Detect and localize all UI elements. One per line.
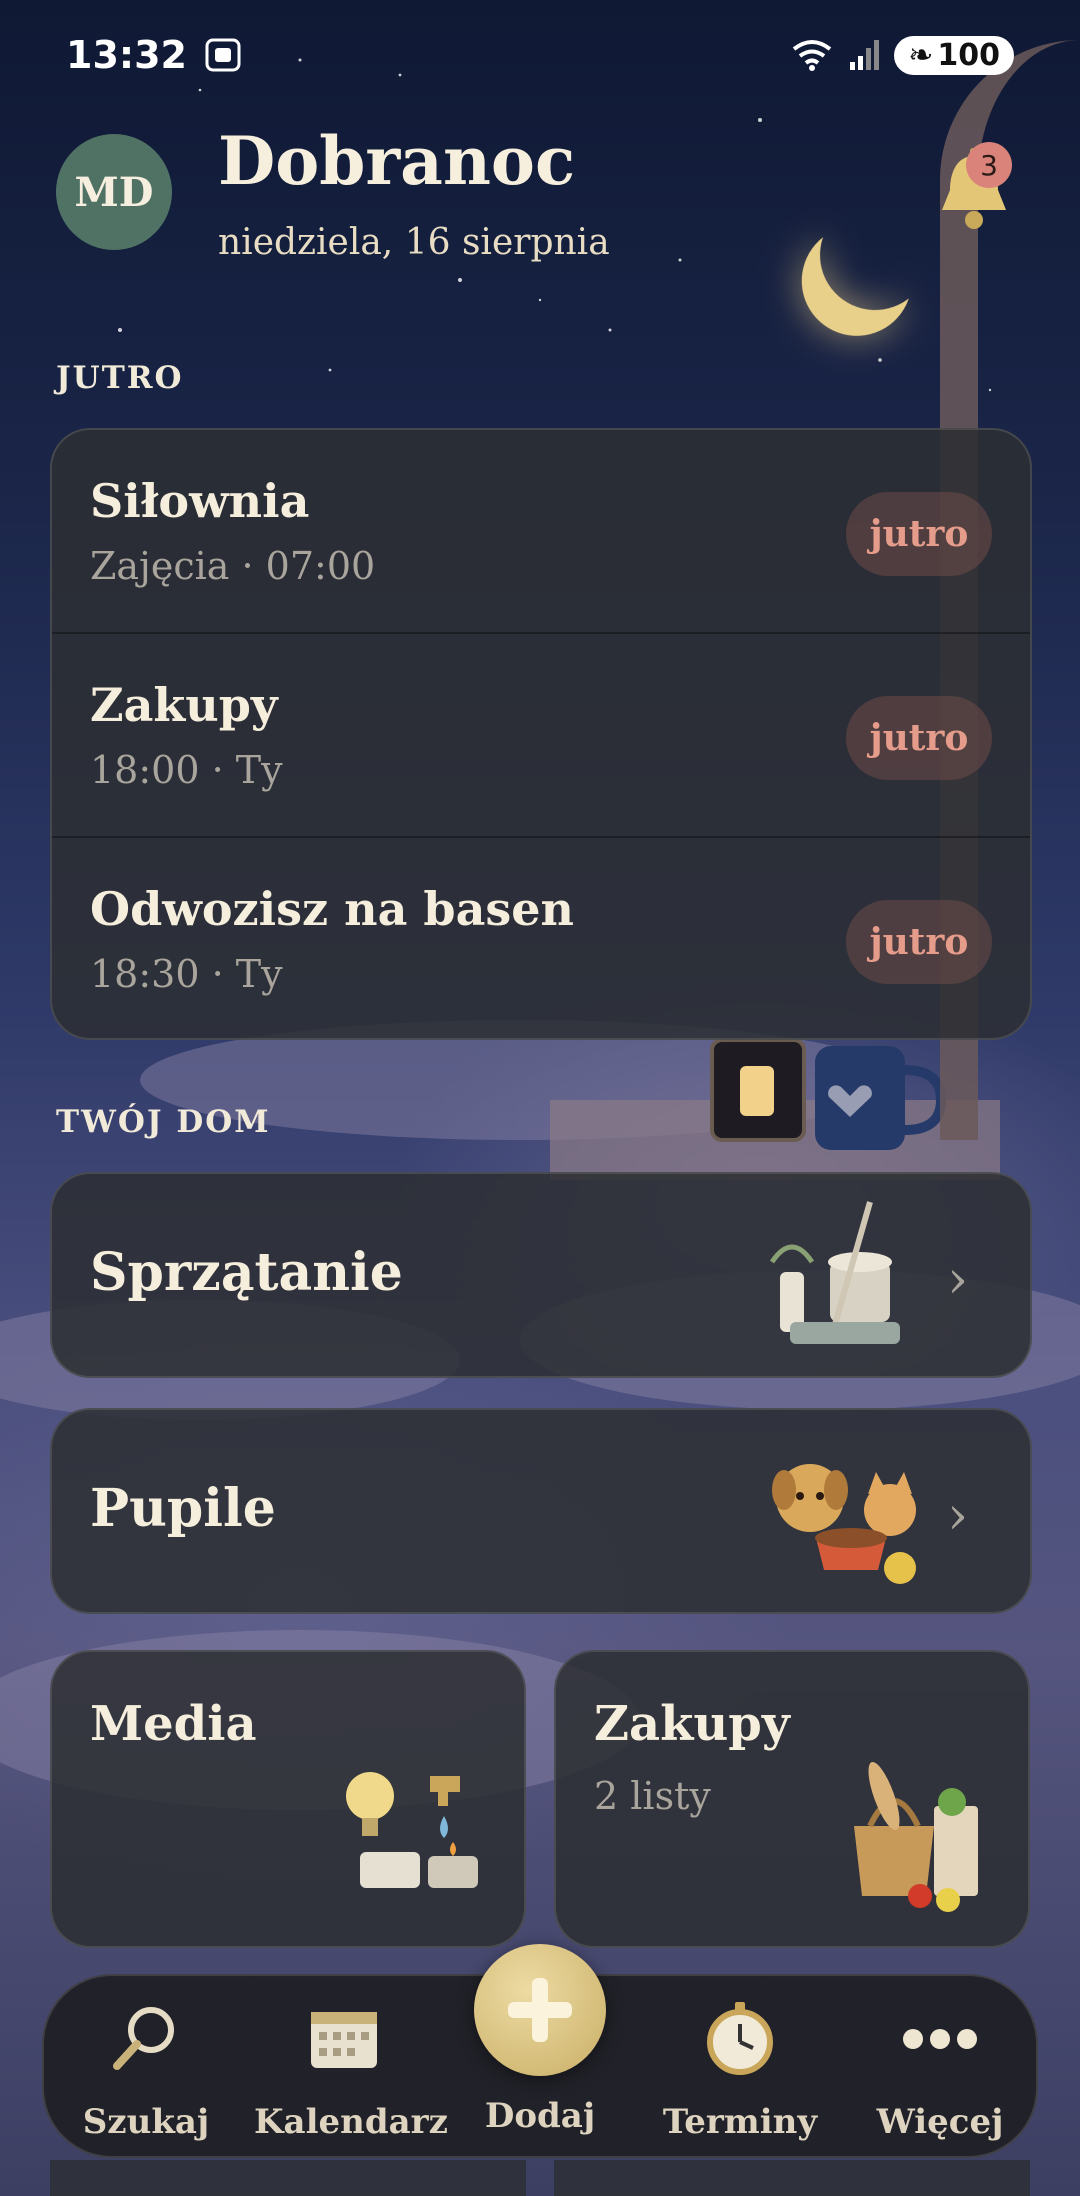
- moon-icon: [805, 185, 946, 326]
- cleaning-card[interactable]: Sprzątanie ›: [50, 1172, 1032, 1378]
- chevron-right-icon: ›: [947, 1250, 968, 1310]
- add-button-label: Dodaj: [484, 2096, 596, 2136]
- hidden-card-peek: [50, 2160, 526, 2196]
- nav-more[interactable]: Więcej: [850, 1994, 1030, 2154]
- tomorrow-card: Siłownia Zajęcia · 07:00 jutro Zakupy 18…: [50, 428, 1032, 1040]
- nav-search-label: Szukaj: [82, 2102, 210, 2142]
- wifi-icon: [793, 40, 832, 71]
- signal-icon: [850, 40, 880, 70]
- clock-icon: [707, 2002, 773, 2075]
- utilities-card[interactable]: Media: [50, 1650, 526, 1948]
- nav-deadlines-label: Terminy: [662, 2102, 818, 2142]
- status-badge: jutro: [846, 696, 992, 780]
- nav-deadlines[interactable]: Terminy: [650, 1994, 830, 2154]
- event-title: Odwozisz na basen: [90, 882, 574, 936]
- nav-calendar[interactable]: Kalendarz: [254, 1994, 448, 2154]
- shopping-subtitle: 2 listy: [594, 1774, 711, 1818]
- nav-calendar-label: Kalendarz: [254, 2102, 448, 2142]
- event-subtitle: 18:30 · Ty: [90, 952, 283, 996]
- avatar[interactable]: MD: [56, 134, 172, 250]
- list-item[interactable]: Odwozisz na basen 18:30 · Ty jutro: [52, 838, 1030, 1038]
- shopping-label: Zakupy: [594, 1696, 790, 1752]
- battery-leaf-icon: ❧: [908, 37, 934, 73]
- notification-badge: 3: [966, 142, 1012, 188]
- event-subtitle: Zajęcia · 07:00: [90, 544, 376, 588]
- event-title: Siłownia: [90, 474, 310, 528]
- cleaning-supplies-icon: [769, 1201, 900, 1344]
- status-bar: 13:32 ❧ 100: [66, 28, 1014, 82]
- plus-icon: [508, 1978, 572, 2042]
- event-subtitle: 18:00 · Ty: [90, 748, 283, 792]
- utilities-icon: [346, 1772, 478, 1888]
- magnifier-icon: [113, 2007, 174, 2070]
- section-title-home: TWÓJ DOM: [56, 1104, 271, 1140]
- status-badge: jutro: [846, 900, 992, 984]
- status-time: 13:32: [66, 33, 187, 77]
- nav-more-label: Więcej: [876, 2102, 1004, 2142]
- add-button[interactable]: [474, 1944, 606, 2076]
- section-title-tomorrow: JUTRO: [56, 360, 184, 396]
- pets-icon: [772, 1464, 916, 1584]
- greeting-title: Dobranoc: [218, 122, 576, 200]
- utilities-label: Media: [90, 1696, 257, 1752]
- battery-level: 100: [937, 37, 1000, 73]
- battery-indicator: ❧ 100: [894, 35, 1014, 75]
- current-date: niedziela, 16 sierpnia: [218, 222, 610, 263]
- chevron-right-icon: ›: [947, 1486, 968, 1546]
- list-item[interactable]: Zakupy 18:00 · Ty jutro: [52, 634, 1030, 838]
- shopping-card[interactable]: Zakupy 2 listy: [554, 1650, 1030, 1948]
- calendar-icon: [311, 2012, 377, 2068]
- hidden-card-peek: [554, 2160, 1030, 2196]
- pets-label: Pupile: [90, 1478, 276, 1539]
- event-title: Zakupy: [90, 678, 278, 732]
- pets-card[interactable]: Pupile ›: [50, 1408, 1032, 1614]
- list-item[interactable]: Siłownia Zajęcia · 07:00 jutro: [52, 430, 1030, 634]
- cleaning-label: Sprzątanie: [90, 1242, 403, 1303]
- more-dots-icon: [903, 2029, 977, 2049]
- screenshot-icon: [205, 38, 241, 72]
- nav-search[interactable]: Szukaj: [56, 1994, 236, 2154]
- status-badge: jutro: [846, 492, 992, 576]
- groceries-icon: [854, 1761, 978, 1912]
